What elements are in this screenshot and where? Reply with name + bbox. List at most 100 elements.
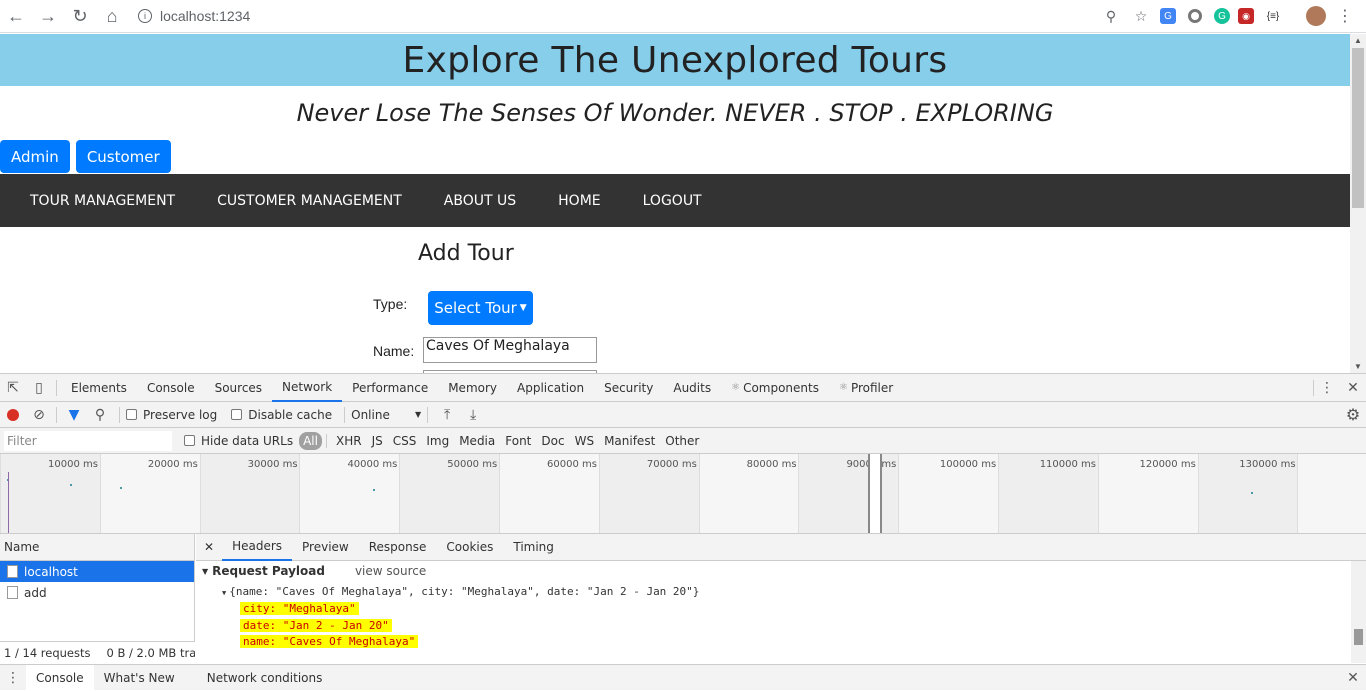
settings-gear-icon[interactable]: ⚙ [1340, 401, 1366, 429]
nav-customer-management[interactable]: CUSTOMER MANAGEMENT [196, 193, 423, 209]
tab-elements[interactable]: Elements [61, 374, 137, 402]
inspect-element-icon[interactable]: ⇱ [0, 374, 26, 402]
select-tour-dropdown[interactable]: Select Tour ▼ [428, 291, 533, 325]
add-tour-form: Add Tour Type: Select Tour ▼ Name: Caves… [0, 227, 1350, 373]
tab-security[interactable]: Security [594, 374, 663, 402]
nav-about-us[interactable]: ABOUT US [423, 193, 537, 209]
import-har-icon[interactable]: ⤒ [434, 401, 460, 429]
tab-response[interactable]: Response [359, 534, 437, 561]
document-icon [7, 586, 18, 599]
name-column-header[interactable]: Name [0, 534, 194, 561]
drawer-tab-whats-new[interactable]: What's New [94, 665, 185, 691]
tour-name-input[interactable]: Caves Of Meghalaya [423, 337, 597, 363]
request-row[interactable]: add [0, 582, 194, 603]
transfer-size: 0 B / 2.0 MB trar [106, 645, 196, 660]
payload-summary[interactable]: ▼ {name: "Caves Of Meghalaya", city: "Meg… [196, 585, 1366, 598]
scroll-thumb[interactable] [1352, 48, 1364, 208]
home-icon[interactable]: ⌂ [96, 1, 128, 31]
filter-css[interactable]: CSS [388, 434, 422, 448]
tab-timing[interactable]: Timing [503, 534, 564, 561]
filter-media[interactable]: Media [454, 434, 500, 448]
tab-preview[interactable]: Preview [292, 534, 359, 561]
close-devtools-icon[interactable]: ✕ [1340, 374, 1366, 402]
filter-doc[interactable]: Doc [536, 434, 569, 448]
tab-memory[interactable]: Memory [438, 374, 507, 402]
filter-input[interactable]: Filter [4, 430, 172, 451]
customer-button[interactable]: Customer [75, 140, 171, 173]
tab-network[interactable]: Network [272, 374, 343, 402]
tab-headers[interactable]: Headers [222, 534, 293, 561]
scroll-thumb[interactable] [1354, 629, 1363, 645]
devtools-panel: ⇱ ▯ Elements Console Sources Network Per… [0, 373, 1366, 691]
filter-font[interactable]: Font [500, 434, 536, 448]
lens-extension-icon[interactable]: ◉ [1238, 8, 1254, 24]
tab-components[interactable]: ⚛ Components [721, 374, 829, 402]
drawer-menu-icon[interactable]: ⋮ [0, 665, 26, 691]
close-drawer-icon[interactable]: ✕ [1340, 665, 1366, 691]
network-overview-timeline[interactable]: 10000 ms 20000 ms 30000 ms 40000 ms 50000 ms… [0, 454, 1366, 534]
devtools-menu-icon[interactable]: ⋮ [1314, 374, 1340, 402]
role-buttons: Admin Customer [0, 140, 1350, 173]
tab-sources[interactable]: Sources [205, 374, 272, 402]
json-extension-icon[interactable]: {≡} [1262, 5, 1284, 27]
request-detail-pane: ✕ Headers Preview Response Cookies Timin… [196, 534, 1366, 663]
hide-data-urls-checkbox[interactable] [184, 435, 195, 446]
nav-logout[interactable]: LOGOUT [622, 193, 723, 209]
form-title: Add Tour [418, 241, 514, 266]
scroll-down-icon[interactable]: ▼ [1350, 362, 1366, 371]
timeline-tick-label: 80000 ms [746, 459, 797, 470]
tab-cookies[interactable]: Cookies [436, 534, 503, 561]
detail-scrollbar[interactable] [1351, 561, 1366, 663]
forward-icon[interactable]: → [32, 1, 64, 31]
export-har-icon[interactable]: ⤓ [460, 401, 486, 429]
tab-audits[interactable]: Audits [663, 374, 721, 402]
filter-other[interactable]: Other [660, 434, 704, 448]
clear-icon[interactable]: ⊘ [26, 401, 52, 429]
filter-all[interactable]: All [299, 431, 322, 450]
request-payload-section[interactable]: ▼ Request Payload view source [196, 561, 1366, 581]
close-detail-icon[interactable]: ✕ [196, 534, 222, 561]
filter-js[interactable]: JS [367, 434, 388, 448]
info-icon[interactable]: i [138, 9, 152, 23]
avatar[interactable] [1306, 6, 1326, 26]
expand-triangle-icon[interactable]: ▼ [202, 567, 208, 576]
filter-ws[interactable]: WS [570, 434, 599, 448]
bookmark-star-icon[interactable]: ☆ [1130, 5, 1152, 27]
reload-icon[interactable]: ↻ [64, 1, 96, 31]
drawer-tab-console[interactable]: Console [26, 664, 94, 691]
scroll-up-icon[interactable]: ▲ [1350, 36, 1366, 45]
filter-manifest[interactable]: Manifest [599, 434, 660, 448]
filter-icon[interactable]: ▼ [61, 401, 87, 429]
nav-home[interactable]: HOME [537, 193, 621, 209]
menu-icon[interactable]: ⋮ [1334, 5, 1356, 27]
preserve-log-checkbox[interactable] [126, 409, 137, 420]
tab-profiler[interactable]: ⚛ Profiler [829, 374, 903, 402]
page-scrollbar[interactable]: ▲ ▼ [1350, 34, 1366, 373]
disable-cache-checkbox[interactable] [231, 409, 243, 420]
admin-button[interactable]: Admin [0, 140, 70, 173]
filter-img[interactable]: Img [421, 434, 454, 448]
zoom-icon[interactable]: ⚲ [1100, 5, 1122, 27]
back-icon[interactable]: ← [0, 1, 32, 31]
request-row[interactable]: localhost [0, 561, 194, 582]
drawer-tab-network-conditions[interactable]: Network conditions [197, 665, 333, 691]
view-source-link[interactable]: view source [355, 564, 426, 578]
record-icon[interactable] [0, 401, 26, 429]
timeline-tick-label: 70000 ms [646, 459, 697, 470]
throttle-select[interactable]: Online ▼ [349, 408, 421, 422]
url-text[interactable]: localhost:1234 [160, 8, 250, 24]
nav-tour-management[interactable]: TOUR MANAGEMENT [0, 193, 196, 209]
expand-triangle-icon[interactable]: ▼ [222, 589, 226, 597]
timeline-selection-window[interactable] [868, 454, 882, 533]
tab-performance[interactable]: Performance [342, 374, 438, 402]
tab-console[interactable]: Console [137, 374, 205, 402]
tab-application[interactable]: Application [507, 374, 594, 402]
filter-xhr[interactable]: XHR [331, 434, 367, 448]
device-toggle-icon[interactable]: ▯ [26, 374, 52, 402]
grammarly-icon[interactable]: G [1214, 8, 1230, 24]
search-icon[interactable]: ⚲ [87, 401, 113, 429]
translate-extension-icon[interactable]: G [1160, 8, 1176, 24]
hide-data-urls-label: Hide data URLs [201, 433, 294, 448]
record-extension-icon[interactable] [1184, 5, 1206, 27]
address-bar[interactable]: i localhost:1234 [138, 1, 1100, 31]
